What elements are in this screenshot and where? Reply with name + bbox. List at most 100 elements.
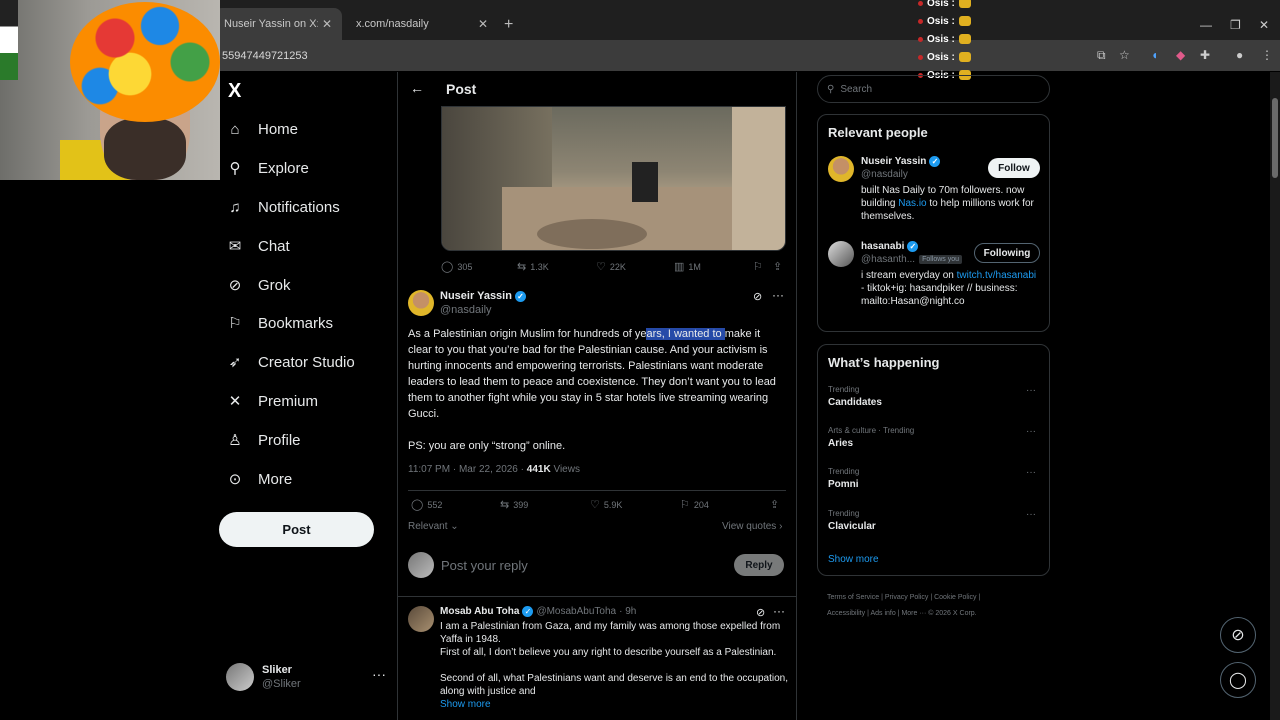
extension-icon[interactable]: ◆ [1176,48,1185,62]
grok-icon[interactable]: ⊘ [753,290,762,303]
install-icon[interactable]: ⧉ [1097,48,1106,63]
avatar[interactable] [408,290,434,316]
view-quotes-link[interactable]: View quotes › [722,521,782,532]
grok-fab-icon[interactable]: ⊘ [1220,617,1256,653]
sidebar-item-profile[interactable]: ♙ Profile [226,425,300,455]
bio-link[interactable]: twitch.tv/hasanabi [957,270,1037,281]
tweet-text-part: As a Palestinian origin Muslim for hundr… [408,328,647,340]
more-icon: ⊙ [228,471,242,488]
sort-dropdown[interactable]: Relevant ⌄ [408,521,459,532]
person-handle: @hasanth... Follows you [861,254,963,265]
verified-icon: ✓ [929,156,941,167]
trend-meta: Trending [828,509,860,518]
close-icon[interactable]: ✕ [322,17,332,31]
trend-item[interactable]: Trending Pomni ··· [828,467,1041,490]
quoted-video[interactable] [441,106,786,251]
sidebar-item-explore[interactable]: ⚲ Explore [226,153,309,183]
scrollbar-thumb[interactable] [1272,98,1278,178]
sidebar-item-premium[interactable]: ✕ Premium [226,386,318,416]
avatar-icon[interactable]: ● [1236,48,1243,62]
author-name[interactable]: Nuseir Yassin ✓ [440,290,526,302]
tab-nuseir-post[interactable]: Nuseir Yassin on X: "@hasanthehun ✕ [214,8,342,40]
back-arrow-icon[interactable]: ← [410,80,424,96]
reply-icon: ◯ [441,261,454,273]
more-icon[interactable]: ··· [772,288,784,302]
follow-button[interactable]: Follow [988,158,1040,178]
like-button[interactable]: ♡ 22K [596,260,626,273]
bio-link[interactable]: Nas.io [898,198,926,209]
person-name[interactable]: Nuseir Yassin ✓ [861,156,941,167]
trend-item[interactable]: Trending Clavicular ··· [828,509,1041,532]
url-field[interactable]: 55947449721253 [222,50,308,62]
chat-user: Osis : [927,15,955,27]
more-icon[interactable]: ··· [1026,426,1036,437]
reply-button[interactable]: ◯ 552 [411,498,442,511]
chat-fab-icon[interactable]: ◯ [1220,662,1256,698]
more-icon[interactable]: ··· [1026,509,1036,520]
search-input[interactable]: ⚲ Search [817,75,1050,103]
author-name[interactable]: Mosab Abu Toha [440,606,519,617]
grok-icon[interactable]: ⊘ [756,606,765,619]
account-switcher[interactable]: Sliker @Sliker ··· [226,660,386,696]
rainbow-wig [70,2,220,122]
sidebar-item-notifications[interactable]: ♫ Notifications [226,192,339,222]
author-handle[interactable]: @MosabAbuToha [536,606,616,617]
views-button[interactable]: ▥ 1M [674,260,701,273]
trend-item[interactable]: Trending Candidates ··· [828,385,1041,408]
show-more-link[interactable]: Show more [440,698,788,711]
footer-links[interactable]: Terms of Service | Privacy Policy | Cook… [827,590,1047,622]
following-button[interactable]: Following [974,243,1040,263]
avatar[interactable] [408,606,434,632]
share-button[interactable]: ⇪ [770,498,779,511]
sidebar-item-grok[interactable]: ⊘ Grok [226,270,291,300]
avatar[interactable] [828,156,854,182]
bookmark-button[interactable]: ⚐ 204 [680,498,709,511]
tweet-meta: 11:07 PM · Mar 22, 2026 · 441K Views [408,464,580,475]
trend-title: Candidates [828,397,882,408]
views-count: 1M [688,261,701,272]
avatar[interactable] [828,241,854,267]
reply-button[interactable]: Reply [734,554,784,576]
tab-label: Nuseir Yassin on X: "@hasanthehun [224,18,318,30]
share-button[interactable]: ⇪ [773,260,782,273]
person-name[interactable]: hasanabi ✓ [861,241,919,252]
new-tab-icon[interactable]: + [504,16,513,34]
reply-text: I am a Palestinian from Gaza, and my fam… [440,620,788,711]
account-handle: @Sliker [262,678,301,690]
author-handle[interactable]: @nasdaily [440,304,492,316]
extension-icon[interactable]: ◖ [1151,48,1158,62]
close-icon[interactable]: ✕ [478,17,488,31]
show-more-link[interactable]: Show more [828,554,879,565]
bookmark-button[interactable]: ⚐ [753,260,763,273]
minimize-icon[interactable]: — [1200,18,1212,32]
repost-button[interactable]: ⇆ 399 [500,498,528,511]
menu-icon[interactable]: ⋮ [1261,48,1273,62]
puzzle-icon[interactable]: ✚ [1200,48,1210,62]
reply-header: Mosab Abu Toha ✓ @MosabAbuToha · 9h [440,606,636,617]
x-logo-icon[interactable]: X [228,80,241,103]
more-icon[interactable]: ··· [1026,385,1036,396]
maximize-icon[interactable]: ❐ [1230,18,1241,32]
more-icon[interactable]: ··· [773,604,785,618]
sidebar-item-more[interactable]: ⊙ More [226,464,292,494]
sidebar-item-chat[interactable]: ✉ Chat [226,231,290,261]
scrollbar[interactable] [1270,72,1280,720]
reply-input[interactable]: Post your reply [441,558,528,573]
sidebar-item-creator-studio[interactable]: ➶ Creator Studio [226,347,355,377]
star-icon[interactable]: ☆ [1119,48,1130,62]
tweet-ps: PS: you are only “strong” online. [408,440,566,452]
more-icon[interactable]: ··· [1026,467,1036,478]
reply-button[interactable]: ◯ 305 [441,260,472,273]
trend-item[interactable]: Arts & culture · Trending Aries ··· [828,426,1041,449]
tab-nasdaily[interactable]: x.com/nasdaily ✕ [346,8,498,40]
more-icon[interactable]: ··· [372,666,386,682]
repost-button[interactable]: ⇆ 1.3K [517,260,549,273]
close-window-icon[interactable]: ✕ [1259,18,1269,32]
sidebar-item-label: Creator Studio [258,353,355,371]
post-button[interactable]: Post [219,512,374,547]
sidebar-item-bookmarks[interactable]: ⚐ Bookmarks [226,308,333,338]
sidebar-item-home[interactable]: ⌂ Home [226,114,298,144]
like-count: 5.9K [603,499,623,510]
timestamp[interactable]: 11:07 PM · Mar 22, 2026 · [408,464,527,475]
like-button[interactable]: ♡ 5.9K [590,498,622,511]
